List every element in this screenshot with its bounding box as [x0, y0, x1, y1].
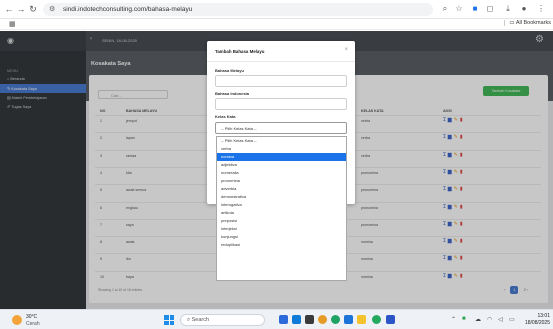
chrome-icon[interactable] [331, 315, 340, 324]
windows-start-icon[interactable] [164, 315, 174, 325]
taskbar: 30°C Cerah ⌕ Search ⌃ ■ ☁ ◠ ◁ ▭ 13:01 18… [0, 309, 553, 329]
word-icon[interactable] [386, 315, 395, 324]
browser-icon[interactable] [372, 315, 381, 324]
kelas-option[interactable]: artikula [217, 209, 346, 217]
kelas-option[interactable]: nomina [217, 153, 346, 161]
puzzle-icon[interactable]: ◻ [484, 3, 496, 15]
clock[interactable]: 13:01 18/08/2025 [525, 313, 550, 327]
tray-chevron-icon[interactable]: ⌃ [451, 316, 456, 323]
sun-icon [12, 315, 22, 325]
wifi-icon[interactable]: ◠ [487, 316, 492, 323]
kelas-option[interactable]: numeralia [217, 169, 346, 177]
battery-icon[interactable]: ▭ [509, 316, 515, 323]
kelas-option[interactable]: verba [217, 145, 346, 153]
tray-cloud-icon[interactable]: ☁ [475, 316, 481, 323]
kelas-option[interactable]: demonstrativa [217, 193, 346, 201]
kelas-select[interactable]: -- Pilih Kelas Kata -- [215, 122, 347, 134]
profile-icon[interactable]: ● [518, 3, 530, 15]
melayu-label: Bahasa Melayu [215, 68, 244, 73]
taskview-icon[interactable] [292, 315, 301, 324]
media-icon[interactable] [305, 315, 314, 324]
store-icon[interactable] [344, 315, 353, 324]
url-text: sindi.indotechconsulting.com/bahasa-mela… [63, 6, 193, 13]
zoom-icon[interactable]: ⌕ [439, 3, 451, 15]
bookmarks-bar: ▦ ▭ All Bookmarks [0, 19, 553, 30]
indonesia-label: Bahasa Indonesia [215, 91, 250, 96]
weather-temp: 30°C [26, 314, 38, 320]
clock-date: 18/08/2025 [524, 320, 550, 326]
close-icon[interactable]: × [344, 47, 348, 53]
kelas-option[interactable]: interjeksi [217, 225, 346, 233]
extension-icon[interactable]: ■ [469, 3, 481, 15]
reload-icon[interactable]: ↻ [27, 3, 39, 15]
melayu-input[interactable] [215, 75, 347, 87]
copilot-icon[interactable] [279, 315, 288, 324]
folder-icon[interactable] [357, 315, 366, 324]
download-icon[interactable]: ⤓ [502, 3, 514, 15]
menu-icon[interactable]: ⋮ [535, 3, 547, 15]
tray-app-icon[interactable]: ■ [462, 316, 466, 322]
star-icon[interactable]: ☆ [453, 3, 465, 15]
kelas-option[interactable]: reduplikasi [217, 241, 346, 249]
kelas-dropdown-list: -- Pilih Kelas Kata -- verba nomina adjekti… [216, 136, 347, 281]
modal-divider [207, 61, 355, 62]
kelas-option[interactable]: konjungsi [217, 233, 346, 241]
indonesia-input[interactable] [215, 98, 347, 110]
kelas-option[interactable]: preposisi [217, 217, 346, 225]
all-bookmarks[interactable]: ▭ All Bookmarks [504, 20, 551, 26]
back-icon[interactable]: ← [3, 3, 15, 15]
apps-icon[interactable]: ▦ [9, 20, 16, 28]
kelas-option[interactable]: pronomina [217, 177, 346, 185]
address-bar[interactable]: ⚙ sindi.indotechconsulting.com/bahasa-me… [43, 3, 433, 16]
kelas-option[interactable]: -- Pilih Kelas Kata -- [217, 137, 346, 145]
speaker-icon[interactable]: ◁ [498, 316, 503, 323]
clock-time: 13:01 [537, 313, 550, 319]
kelas-option[interactable]: interogativa [217, 201, 346, 209]
kelas-label: Kelas Kata [215, 114, 236, 119]
browser-toolbar: ← → ↻ ⚙ sindi.indotechconsulting.com/bah… [0, 0, 553, 19]
modal-title: Tambah Bahasa Melayu [215, 49, 265, 54]
weather-desc: Cerah [26, 321, 40, 327]
forward-icon[interactable]: → [15, 3, 27, 15]
site-info-icon[interactable]: ⚙ [49, 3, 55, 16]
kelas-option[interactable]: adjektiva [217, 161, 346, 169]
fox-app-icon[interactable] [318, 315, 327, 324]
taskbar-search[interactable]: ⌕ Search [180, 314, 265, 326]
kelas-option[interactable]: adverbia [217, 185, 346, 193]
